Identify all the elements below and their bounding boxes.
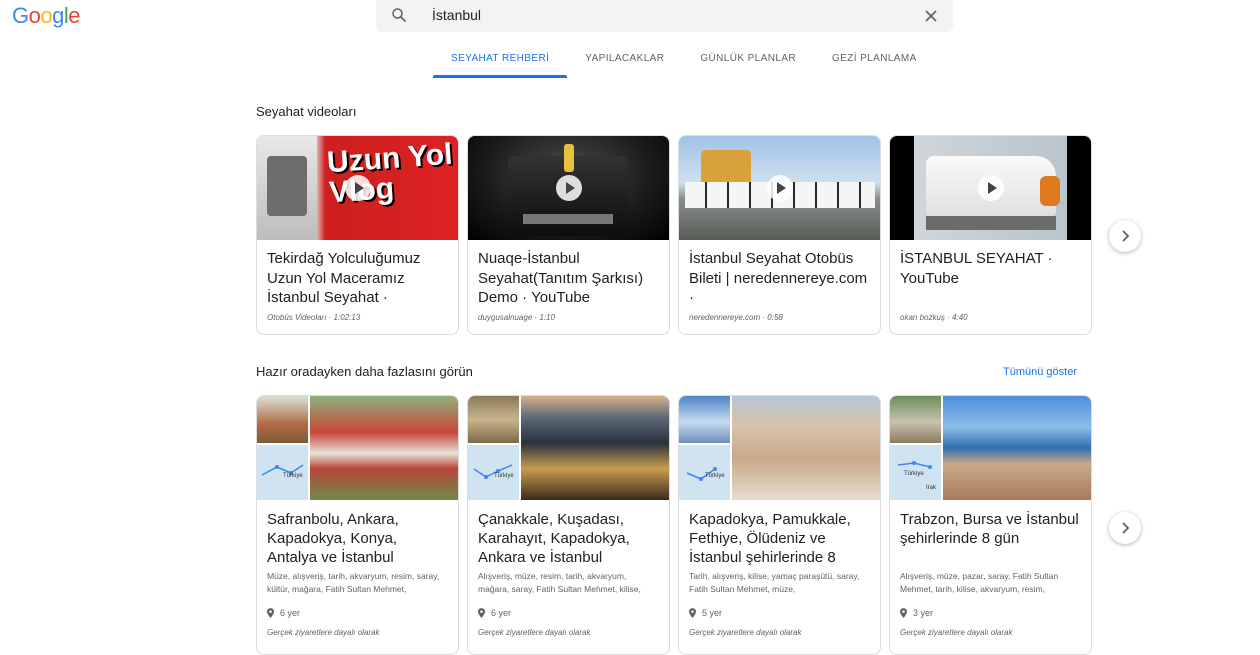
tab-trip-planning[interactable]: GEZİ PLANLAMA — [814, 50, 935, 78]
video-meta: Otobüs Videoları · 1:02:13 — [267, 313, 361, 322]
play-icon[interactable] — [766, 175, 793, 201]
trip-title: Çanakkale, Kuşadası, Karahayıt, Kapadoky… — [478, 511, 630, 566]
trip-note: Gerçek ziyaretlere dayalı olarak — [689, 628, 802, 637]
trip-card[interactable]: Türkiye Irak Trabzon, Bursa ve İstanbul … — [889, 395, 1092, 655]
videos-section-title: Seyahat videoları — [256, 104, 357, 119]
videos-next-button[interactable] — [1109, 220, 1141, 252]
trip-note: Gerçek ziyaretlere dayalı olarak — [267, 628, 380, 637]
chevron-right-icon — [1122, 230, 1130, 242]
video-thumbnail — [468, 136, 669, 240]
trip-note: Gerçek ziyaretlere dayalı olarak — [900, 628, 1013, 637]
search-input[interactable]: İstanbul — [432, 7, 481, 23]
thumbnail-caption: Uzun Yol Vlog — [325, 137, 454, 210]
trip-place-count: 6 yer — [280, 608, 301, 618]
tab-travel-guide[interactable]: SEYAHAT REHBERİ — [433, 50, 568, 78]
video-title: İSTANBUL SEYAHAT · YouTube — [900, 250, 1053, 287]
see-all-link[interactable]: Tümünü göster — [1003, 366, 1077, 378]
search-icon[interactable] — [390, 6, 408, 24]
google-logo[interactable]: Google — [12, 3, 81, 29]
trip-title: Safranbolu, Ankara, Kapadokya, Konya, An… — [267, 511, 399, 566]
travel-tabs: SEYAHAT REHBERİ YAPILACAKLAR GÜNLÜK PLAN… — [433, 50, 935, 78]
logo-letter: g — [52, 3, 64, 28]
map-label: Türkiye — [904, 471, 924, 477]
trip-title: Trabzon, Bursa ve İstanbul şehirlerinde … — [900, 511, 1079, 547]
trip-thumbnail: Türkiye — [679, 396, 880, 500]
logo-letter: o — [40, 3, 53, 28]
video-card[interactable]: Uzun Yol Vlog Tekirdağ Yolculuğumuz Uzun… — [256, 135, 459, 335]
tab-things-to-do[interactable]: YAPILACAKLAR — [567, 50, 682, 78]
trip-description: Müze, alışveriş, tarih, akvaryum, resim,… — [267, 571, 440, 594]
play-icon[interactable] — [977, 175, 1004, 201]
trip-thumbnail: Türkiye — [468, 396, 669, 500]
trips-row: Türkiye Safranbolu, Ankara, Kapadokya, K… — [256, 395, 1092, 655]
trip-places: 3 yer — [890, 598, 1091, 618]
trip-card[interactable]: Türkiye Çanakkale, Kuşadası, Karahayıt, … — [467, 395, 670, 655]
trip-place-count: 3 yer — [913, 608, 934, 618]
trip-thumbnail: Türkiye Irak — [890, 396, 1091, 500]
trip-places: 6 yer — [468, 598, 669, 618]
search-box[interactable]: İstanbul — [376, 0, 953, 32]
trip-thumbnail: Türkiye — [257, 396, 458, 500]
logo-letter: e — [68, 3, 81, 28]
video-title: Nuaqe-İstanbul Seyahat(Tanıtım Şarkısı) … — [478, 250, 644, 305]
trip-places: 5 yer — [679, 598, 880, 618]
video-meta: duygusalnuage · 1:10 — [478, 313, 555, 322]
video-card[interactable]: İstanbul Seyahat Otobüs Bileti | nereden… — [678, 135, 881, 335]
trip-note: Gerçek ziyaretlere dayalı olarak — [478, 628, 591, 637]
video-title: Tekirdağ Yolculuğumuz Uzun Yol Maceramız… — [267, 250, 421, 305]
tab-daily-plans[interactable]: GÜNLÜK PLANLAR — [682, 50, 814, 78]
trip-place-count: 6 yer — [491, 608, 512, 618]
trip-description: Alışveriş, müze, resim, tarih, akvaryum,… — [478, 571, 641, 594]
trip-card[interactable]: Türkiye Safranbolu, Ankara, Kapadokya, K… — [256, 395, 459, 655]
video-card[interactable]: Nuaqe-İstanbul Seyahat(Tanıtım Şarkısı) … — [467, 135, 670, 335]
logo-letter: G — [12, 3, 29, 28]
trips-next-button[interactable] — [1109, 512, 1141, 544]
play-icon[interactable] — [555, 175, 582, 201]
trip-title: Kapadokya, Pamukkale, Fethiye, Ölüdeniz … — [689, 511, 851, 566]
chevron-right-icon — [1122, 522, 1130, 534]
place-pin-icon — [267, 608, 274, 618]
video-thumbnail — [679, 136, 880, 240]
video-thumbnail — [890, 136, 1091, 240]
trip-card[interactable]: Türkiye Kapadokya, Pamukkale, Fethiye, Ö… — [678, 395, 881, 655]
video-meta: okan bozkuş · 4:40 — [900, 313, 968, 322]
video-title: İstanbul Seyahat Otobüs Bileti | nereden… — [689, 250, 868, 305]
trip-place-count: 5 yer — [702, 608, 723, 618]
video-meta: neredennereye.com · 0:58 — [689, 313, 783, 322]
videos-row: Uzun Yol Vlog Tekirdağ Yolculuğumuz Uzun… — [256, 135, 1092, 335]
trip-description: Alışveriş, müze, pazar, saray, Fatih Sul… — [900, 571, 1059, 594]
trip-places: 6 yer — [257, 598, 458, 618]
place-pin-icon — [689, 608, 696, 618]
place-pin-icon — [900, 608, 907, 618]
video-thumbnail: Uzun Yol Vlog — [257, 136, 458, 240]
place-pin-icon — [478, 608, 485, 618]
play-icon[interactable] — [344, 175, 371, 201]
map-label: Türkiye — [494, 473, 514, 479]
trips-section-title: Hazır oradayken daha fazlasını görün — [256, 364, 473, 379]
logo-letter: o — [28, 3, 41, 28]
map-label: Türkiye — [283, 473, 303, 479]
video-card[interactable]: İSTANBUL SEYAHAT · YouTube okan bozkuş ·… — [889, 135, 1092, 335]
trip-description: Tarih, alışveriş, kilise, yamaç paraşütü… — [689, 571, 860, 594]
close-icon[interactable] — [921, 6, 941, 26]
map-label-secondary: Irak — [926, 485, 937, 491]
map-label: Türkiye — [705, 473, 725, 479]
